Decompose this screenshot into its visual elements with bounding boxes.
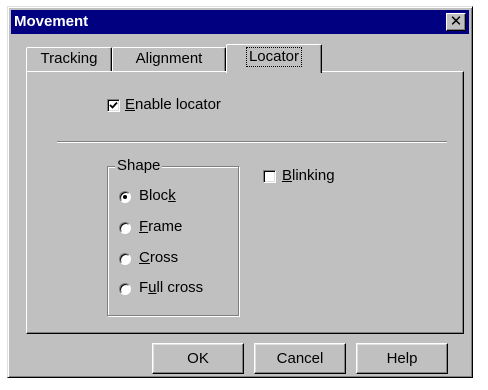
tab-locator[interactable]: Locator xyxy=(226,44,322,73)
checkmark-icon xyxy=(109,101,118,109)
enable-locator-checkbox[interactable] xyxy=(107,99,120,112)
movement-dialog: Movement ✕ Tracking Alignment Locator En… xyxy=(7,6,473,378)
title-bar[interactable]: Movement ✕ xyxy=(11,10,469,34)
tab-tracking-label: Tracking xyxy=(40,50,98,67)
help-button-label: Help xyxy=(386,350,418,367)
ok-button-label: OK xyxy=(187,350,209,367)
locator-panel: Enable locator Shape Block Frame Cross F… xyxy=(26,71,464,334)
close-button[interactable]: ✕ xyxy=(446,13,466,31)
radio-cross-label[interactable]: Cross xyxy=(139,249,178,267)
shape-groupbox: Shape Block Frame Cross Full cross xyxy=(107,157,239,316)
radio-frame[interactable] xyxy=(119,222,131,234)
radio-selected-dot xyxy=(123,195,127,199)
shape-group-title: Shape xyxy=(115,157,163,175)
radio-cross[interactable] xyxy=(119,253,131,265)
tab-alignment[interactable]: Alignment xyxy=(112,47,226,71)
radio-full-cross-label[interactable]: Full cross xyxy=(139,279,203,297)
radio-block-label[interactable]: Block xyxy=(139,187,176,205)
radio-full-cross[interactable] xyxy=(119,283,131,295)
cancel-button[interactable]: Cancel xyxy=(254,343,346,374)
tab-alignment-label: Alignment xyxy=(135,50,203,67)
cancel-button-label: Cancel xyxy=(276,350,324,367)
close-icon: ✕ xyxy=(449,13,463,30)
tab-tracking[interactable]: Tracking xyxy=(26,47,112,71)
separator xyxy=(57,141,447,143)
window-title: Movement xyxy=(14,13,89,30)
ok-button[interactable]: OK xyxy=(152,343,244,374)
tab-locator-label: Locator xyxy=(245,47,303,67)
help-button[interactable]: Help xyxy=(356,343,448,374)
blinking-checkbox[interactable] xyxy=(263,170,276,183)
radio-frame-label[interactable]: Frame xyxy=(139,218,182,236)
radio-block[interactable] xyxy=(119,191,131,203)
enable-locator-label[interactable]: Enable locator xyxy=(125,96,221,114)
blinking-label[interactable]: Blinking xyxy=(282,167,335,185)
